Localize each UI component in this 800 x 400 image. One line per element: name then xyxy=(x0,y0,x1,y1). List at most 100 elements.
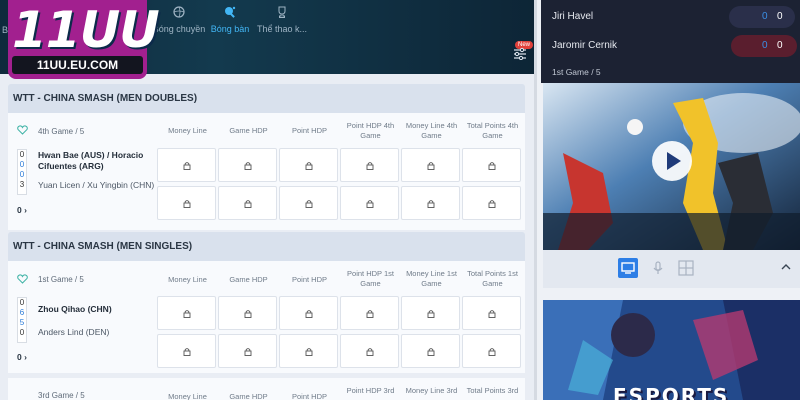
right-sidebar: Jiri Havel 0 0 Jaromir Cernik 0 0 1st Ga… xyxy=(541,0,800,400)
logo-text: 11UU xyxy=(12,1,160,59)
odds-cell[interactable] xyxy=(462,296,521,330)
lock-icon xyxy=(427,200,435,208)
odds-cell[interactable] xyxy=(462,148,521,182)
esports-banner[interactable]: ESPORTS xyxy=(543,300,800,400)
player-score: 0 xyxy=(762,40,768,51)
player-score: 0 xyxy=(777,40,783,51)
audio-button[interactable] xyxy=(648,258,668,278)
player-name: Jiri Havel xyxy=(552,11,594,22)
odds-cell[interactable] xyxy=(401,334,460,368)
heart-icon[interactable] xyxy=(17,274,28,284)
tab-other-sports[interactable]: Thể thao k... xyxy=(252,6,312,34)
heart-icon[interactable] xyxy=(17,125,28,135)
lock-icon xyxy=(244,348,252,356)
live-player-row: Jiri Havel 0 0 xyxy=(541,4,800,30)
col-header: Point HDP xyxy=(291,275,327,284)
col-header: Point HDP 1st Game xyxy=(347,269,394,288)
lock-icon xyxy=(488,200,496,208)
more-markets-button[interactable]: 0 › xyxy=(17,205,27,215)
odds-cell[interactable] xyxy=(340,296,399,330)
filter-icon[interactable] xyxy=(513,46,527,60)
lock-icon xyxy=(244,310,252,318)
odds-cell[interactable] xyxy=(157,148,216,182)
score: 0 xyxy=(19,328,25,337)
trophy-icon xyxy=(278,6,286,18)
odds-cell[interactable] xyxy=(218,186,277,220)
odds-cell[interactable] xyxy=(157,334,216,368)
odds-cell[interactable] xyxy=(157,296,216,330)
col-header: Total Points 1st Game xyxy=(467,269,518,288)
col-header: Money Line 1st Game xyxy=(406,269,457,288)
col-header: Money Line xyxy=(168,392,207,400)
game-status: 1st Game / 5 xyxy=(38,275,84,284)
match-row: 3rd Game / 5 Money Line Game HDP Point H… xyxy=(8,378,525,400)
odds-cell[interactable] xyxy=(462,334,521,368)
col-header: Game HDP xyxy=(229,126,268,135)
tv-button[interactable] xyxy=(618,258,638,278)
logo-url: 11UU.EU.COM xyxy=(12,56,143,74)
odds-cell[interactable] xyxy=(401,296,460,330)
player-score: 0 xyxy=(777,11,783,22)
odds-cell[interactable] xyxy=(218,296,277,330)
score: 0 xyxy=(19,170,25,179)
odds-cell[interactable] xyxy=(340,186,399,220)
scrollbar[interactable] xyxy=(534,0,537,400)
lock-icon xyxy=(305,310,313,318)
team-home: Hwan Bae (AUS) / Horacio Cifuentes (ARG) xyxy=(38,150,144,171)
tab-table-tennis[interactable]: Bóng bàn xyxy=(200,6,260,34)
tab-label: Bóng bàn xyxy=(210,24,250,34)
odds-cell[interactable] xyxy=(218,148,277,182)
tab-label: Thể thao k... xyxy=(256,24,308,34)
lock-icon xyxy=(427,162,435,170)
odds-cell[interactable] xyxy=(279,186,338,220)
col-header: Point HDP xyxy=(291,126,327,135)
lock-icon xyxy=(183,310,191,318)
lock-icon xyxy=(427,348,435,356)
score-column: 0 0 0 3 xyxy=(17,149,27,195)
odds-cell[interactable] xyxy=(340,334,399,368)
odds-cell[interactable] xyxy=(279,334,338,368)
table-tennis-icon xyxy=(225,6,236,18)
col-header: Point HDP 3rd xyxy=(346,386,395,395)
page: B Bóng chuyền Bóng bàn Thể thao k... New… xyxy=(0,0,800,400)
league-header[interactable]: WTT - CHINA SMASH (MEN SINGLES) xyxy=(8,232,525,261)
league-header[interactable]: WTT - CHINA SMASH (MEN DOUBLES) xyxy=(8,84,525,113)
lock-icon xyxy=(488,162,496,170)
score: 0 xyxy=(19,150,25,159)
match-row: 1st Game / 5 Money Line Game HDP Point H… xyxy=(8,261,525,373)
game-status: 4th Game / 5 xyxy=(38,127,85,136)
game-status: 3rd Game / 5 xyxy=(38,391,85,400)
odds-cell[interactable] xyxy=(157,186,216,220)
col-header: Point HDP xyxy=(291,392,327,400)
play-button[interactable] xyxy=(652,141,692,181)
odds-cell[interactable] xyxy=(218,334,277,368)
more-markets-button[interactable]: 0 › xyxy=(17,352,27,362)
score: 0 xyxy=(19,298,25,307)
odds-cell[interactable] xyxy=(401,148,460,182)
col-header: Money Line 4th Game xyxy=(405,121,458,140)
chevron-up-icon[interactable] xyxy=(781,262,791,272)
lock-icon xyxy=(244,162,252,170)
lock-icon xyxy=(488,348,496,356)
lock-icon xyxy=(427,310,435,318)
more-count: 0 xyxy=(17,205,22,215)
media-toolbar xyxy=(543,250,800,288)
odds-cell[interactable] xyxy=(462,186,521,220)
player-score: 0 xyxy=(762,11,768,22)
odds-cell[interactable] xyxy=(401,186,460,220)
grid-icon xyxy=(678,260,694,276)
team-away: Yuan Licen / Xu Yingbin (CHN) xyxy=(38,180,155,190)
lock-icon xyxy=(366,348,374,356)
team-home: Zhou Qihao (CHN) xyxy=(38,304,112,314)
lock-icon xyxy=(183,162,191,170)
odds-cell[interactable] xyxy=(279,296,338,330)
odds-cell[interactable] xyxy=(279,148,338,182)
odds-cell[interactable] xyxy=(340,148,399,182)
video-player[interactable] xyxy=(543,83,800,250)
brand-logo[interactable]: 11UU 11UU.EU.COM xyxy=(8,0,160,79)
stats-button[interactable] xyxy=(676,258,696,278)
live-game-status: 1st Game / 5 xyxy=(552,67,601,77)
live-player-row: Jaromir Cernik 0 0 xyxy=(541,33,800,59)
live-score-panel: Jiri Havel 0 0 Jaromir Cernik 0 0 1st Ga… xyxy=(541,0,800,83)
more-count: 0 xyxy=(17,352,22,362)
